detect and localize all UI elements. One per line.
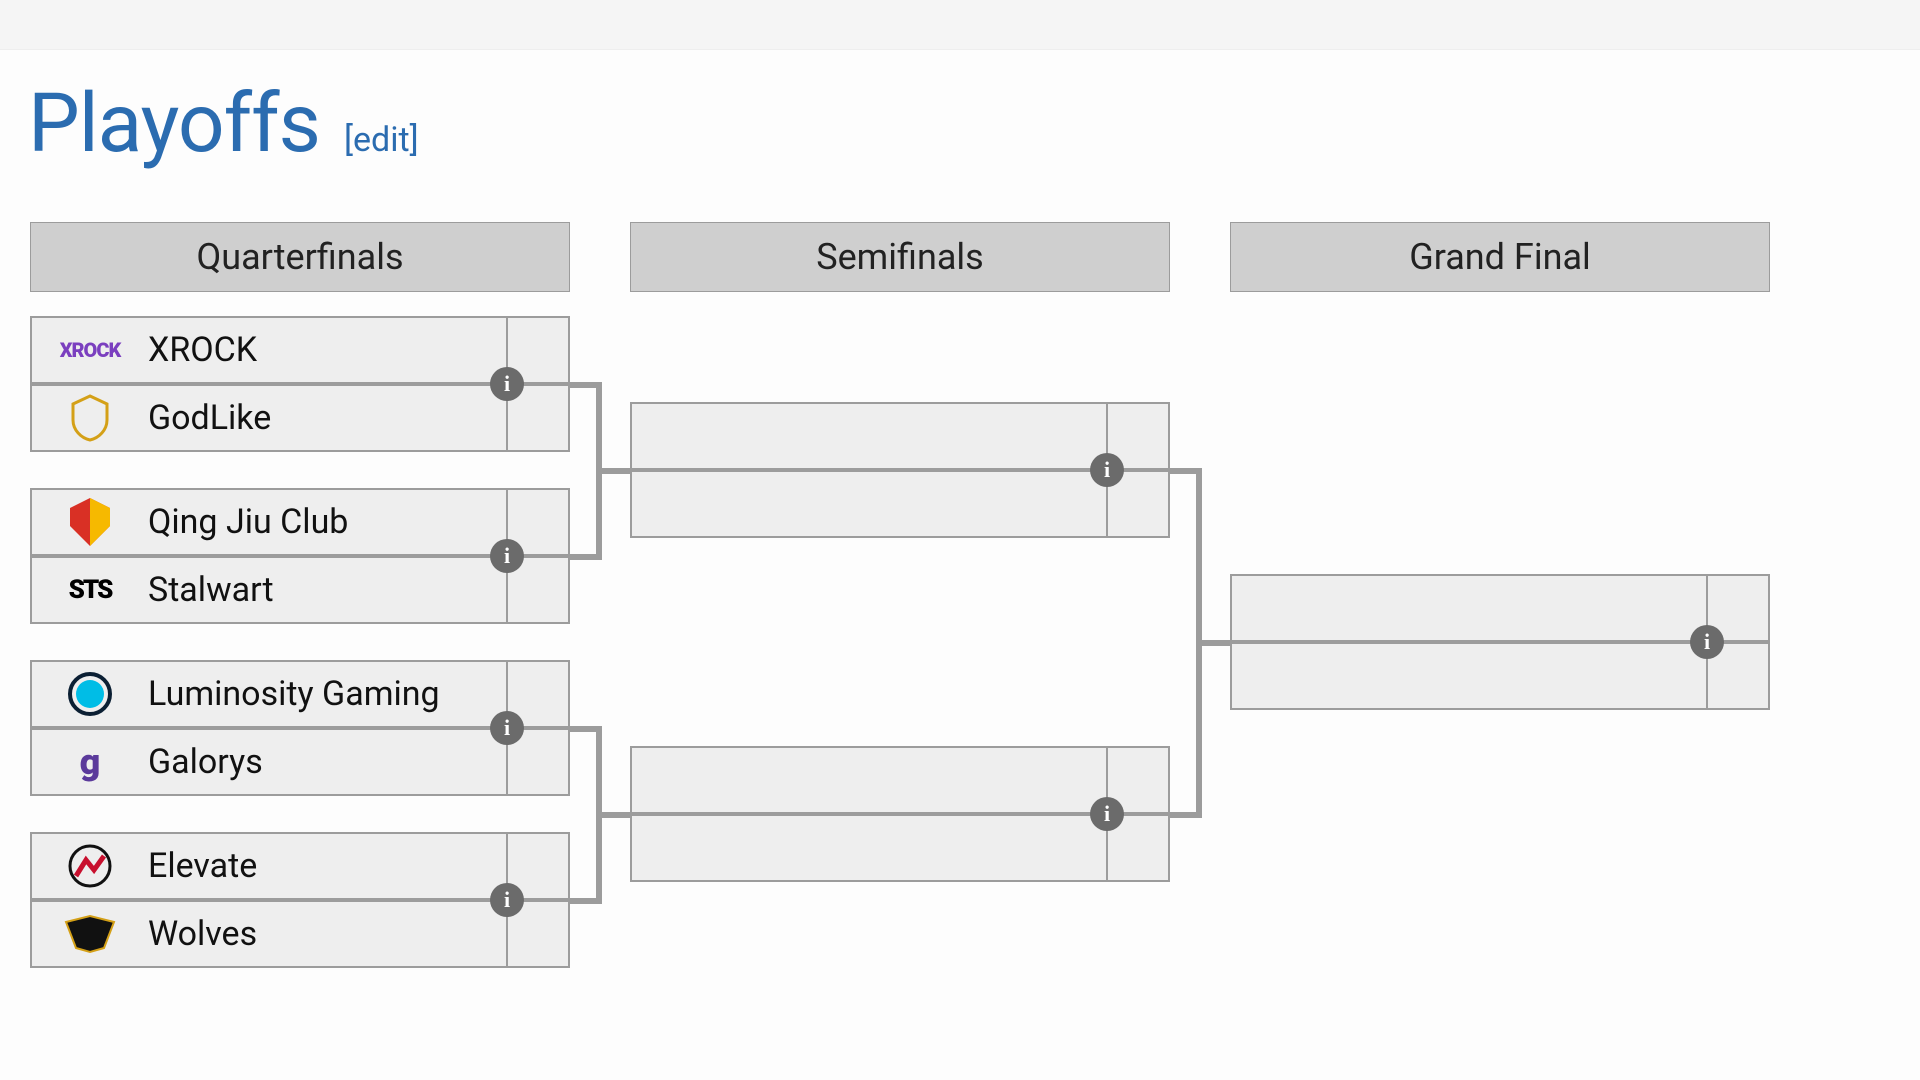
match-qf4: Elevate Wolves (30, 832, 570, 968)
team-logo-elevate-icon (32, 834, 148, 898)
team-row-elevate[interactable]: Elevate (32, 834, 568, 902)
match-qf1: XROCK XROCK GodLike (30, 316, 570, 452)
top-bar (0, 0, 1920, 50)
team-logo-galorys-icon: g (32, 730, 148, 794)
team-logo-luminosity-icon (32, 662, 148, 726)
team-logo-wolves-icon (32, 902, 148, 966)
match-qf2: Qing Jiu Club STS Stalwart (30, 488, 570, 624)
team-name-xrock: XROCK (148, 330, 257, 370)
info-icon[interactable]: i (1090, 797, 1124, 831)
round-header-quarterfinals: Quarterfinals (30, 222, 570, 292)
team-row-xrock[interactable]: XROCK XROCK (32, 318, 568, 386)
info-icon[interactable]: i (490, 711, 524, 745)
info-icon[interactable]: i (490, 539, 524, 573)
team-row-sf2-top[interactable] (632, 748, 1168, 816)
match-sf2 (630, 746, 1170, 882)
team-logo-xrock-icon: XROCK (32, 318, 148, 382)
team-logo-stalwart-icon: STS (32, 558, 148, 622)
bracket: Quarterfinals Semifinals Grand Final XRO… (30, 222, 1770, 1002)
team-name-wolves: Wolves (148, 914, 257, 954)
page-title: Playoffs (28, 76, 320, 172)
team-name-elevate: Elevate (148, 846, 257, 886)
match-qf3: Luminosity Gaming g Galorys (30, 660, 570, 796)
team-logo-qingjiu-icon (32, 490, 148, 554)
match-sf1 (630, 402, 1170, 538)
team-row-galorys[interactable]: g Galorys (32, 730, 568, 794)
round-header-grandfinal: Grand Final (1230, 222, 1770, 292)
team-row-qingjiu[interactable]: Qing Jiu Club (32, 490, 568, 558)
info-icon[interactable]: i (1690, 625, 1724, 659)
team-logo-godlike-icon (32, 386, 148, 450)
team-row-sf1-top[interactable] (632, 404, 1168, 472)
page-heading: Playoffs [edit] (0, 50, 1920, 172)
match-gf1 (1230, 574, 1770, 710)
team-row-sf2-bottom[interactable] (632, 816, 1168, 880)
round-header-semifinals: Semifinals (630, 222, 1170, 292)
team-name-luminosity: Luminosity Gaming (148, 674, 440, 714)
team-row-luminosity[interactable]: Luminosity Gaming (32, 662, 568, 730)
edit-link[interactable]: [edit] (344, 120, 419, 160)
team-row-sf1-bottom[interactable] (632, 472, 1168, 536)
team-name-stalwart: Stalwart (148, 570, 274, 610)
team-name-godlike: GodLike (148, 398, 271, 438)
team-row-wolves[interactable]: Wolves (32, 902, 568, 966)
team-name-qingjiu: Qing Jiu Club (148, 502, 348, 542)
team-row-stalwart[interactable]: STS Stalwart (32, 558, 568, 622)
info-icon[interactable]: i (490, 367, 524, 401)
team-row-godlike[interactable]: GodLike (32, 386, 568, 450)
team-row-gf-bottom[interactable] (1232, 644, 1768, 708)
team-name-galorys: Galorys (148, 742, 263, 782)
info-icon[interactable]: i (490, 883, 524, 917)
info-icon[interactable]: i (1090, 453, 1124, 487)
team-row-gf-top[interactable] (1232, 576, 1768, 644)
